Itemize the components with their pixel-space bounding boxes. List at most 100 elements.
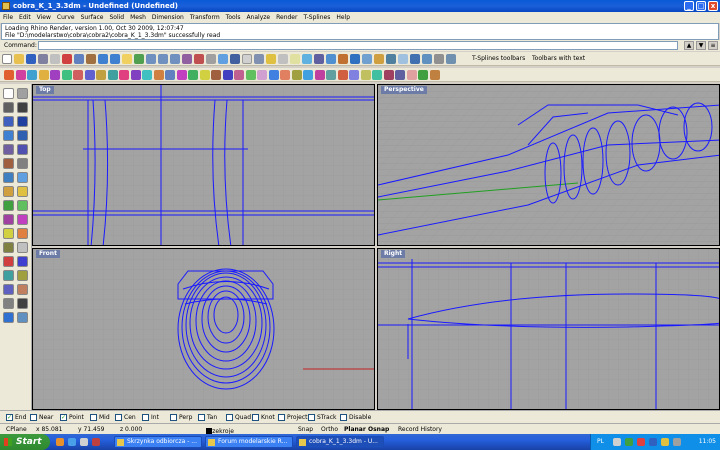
text-icon[interactable] [17, 298, 28, 309]
mesh-icon[interactable] [17, 214, 28, 225]
osnap-point[interactable]: ✓ Point [60, 413, 84, 422]
record-history-toggle[interactable]: Record History [398, 426, 442, 433]
checkbox-icon[interactable] [252, 414, 259, 421]
undo-view-icon[interactable] [194, 54, 204, 64]
move-icon[interactable] [3, 256, 14, 267]
tray-icon[interactable] [637, 438, 645, 446]
viewport-title-perspective[interactable]: Perspective [381, 86, 427, 94]
osnap-end[interactable]: ✓ End [6, 413, 26, 422]
rectangle-icon[interactable] [17, 130, 28, 141]
tsplines-tool-icon[interactable] [326, 70, 336, 80]
zoom-icon[interactable] [146, 54, 156, 64]
tsplines-tool-icon[interactable] [15, 70, 26, 80]
planar-toggle[interactable]: Planar [344, 426, 366, 433]
scroll-up-icon[interactable]: ▲ [684, 41, 694, 50]
osnap-quad[interactable]: Quad [226, 413, 251, 422]
menu-help[interactable]: Help [333, 12, 353, 21]
print-icon[interactable] [38, 54, 48, 64]
checkbox-icon[interactable] [170, 414, 177, 421]
tsplines-tool-icon[interactable] [84, 70, 95, 80]
taskbar-item-rhino[interactable]: cobra_K_1_3.3dm - U... [296, 436, 384, 448]
tsplines-tool-icon[interactable] [383, 70, 394, 80]
tool-icon[interactable] [374, 54, 384, 64]
osnap-int[interactable]: Int [142, 413, 159, 422]
tool-icon[interactable] [362, 54, 372, 64]
menu-curve[interactable]: Curve [54, 12, 78, 21]
copy-icon[interactable] [74, 54, 84, 64]
osnap-cen[interactable]: Cen [115, 413, 136, 422]
title-bar[interactable]: cobra_K_1_3.3dm - Undefined (Undefined) … [0, 0, 720, 12]
undo-icon[interactable] [98, 54, 108, 64]
osnap-disable[interactable]: Disable [340, 413, 371, 422]
tsplines-tool-icon[interactable] [222, 70, 233, 80]
circle-icon[interactable] [3, 116, 14, 127]
tsplines-tool-icon[interactable] [372, 70, 382, 80]
tool-icon[interactable] [350, 54, 360, 64]
tsplines-tool-icon[interactable] [176, 70, 187, 80]
tsplines-tool-icon[interactable] [199, 70, 210, 80]
menu-mesh[interactable]: Mesh [127, 12, 149, 21]
rotate-view-icon[interactable] [134, 54, 144, 64]
checkbox-icon[interactable] [90, 414, 97, 421]
shaded-icon[interactable] [254, 54, 264, 64]
tsplines-tool-icon[interactable] [291, 70, 302, 80]
render-icon[interactable] [17, 312, 28, 323]
language-indicator[interactable]: PL [597, 438, 604, 445]
desktop-icon[interactable] [80, 438, 88, 446]
checkbox-icon[interactable]: ✓ [6, 414, 13, 421]
checkbox-icon[interactable] [142, 414, 149, 421]
tsplines-tool-icon[interactable] [38, 70, 49, 80]
tool-icon[interactable] [338, 54, 348, 64]
tsplines-tool-icon[interactable] [418, 70, 428, 80]
boolean-icon[interactable] [3, 214, 14, 225]
tool-icon[interactable] [398, 54, 408, 64]
menu-analyze[interactable]: Analyze [243, 12, 273, 21]
rotate-icon[interactable] [3, 270, 14, 281]
open-icon[interactable] [14, 54, 24, 64]
array-icon[interactable] [17, 284, 28, 295]
tsplines-tool-icon[interactable] [429, 70, 440, 80]
tray-icon[interactable] [613, 438, 621, 446]
split-icon[interactable] [17, 242, 28, 253]
sweep-icon[interactable] [17, 200, 28, 211]
cut-icon[interactable] [62, 54, 72, 64]
tool-icon[interactable] [434, 54, 444, 64]
loft-icon[interactable] [3, 200, 14, 211]
tsplines-tool-icon[interactable] [314, 70, 325, 80]
tool-icon[interactable] [422, 54, 432, 64]
menu-file[interactable]: File [0, 12, 16, 21]
maximize-button[interactable]: □ [696, 1, 706, 11]
tsplines-tool-icon[interactable] [61, 70, 72, 80]
tsplines-tool-icon[interactable] [142, 70, 152, 80]
tsplines-tool-icon[interactable] [303, 70, 313, 80]
properties-icon[interactable] [50, 54, 60, 64]
trim-icon[interactable] [3, 242, 14, 253]
osnap-tan[interactable]: Tan [198, 413, 217, 422]
tray-icon[interactable] [625, 438, 633, 446]
tsplines-tool-icon[interactable] [96, 70, 106, 80]
redo-icon[interactable] [110, 54, 120, 64]
tsplines-tool-icon[interactable] [211, 70, 221, 80]
taskbar-item-forum[interactable]: Forum modelarskie R... [205, 436, 293, 448]
copy-icon[interactable] [17, 256, 28, 267]
viewport-top[interactable]: Top [32, 84, 375, 246]
tool-icon[interactable] [410, 54, 420, 64]
osnap-strack[interactable]: STrack [308, 413, 337, 422]
checkbox-icon[interactable] [226, 414, 233, 421]
checkbox-icon[interactable] [115, 414, 122, 421]
light-icon[interactable] [266, 54, 276, 64]
menu-solid[interactable]: Solid [106, 12, 127, 21]
taskbar-item-mail[interactable]: Skrzynka odbiorcza - ... [114, 436, 202, 448]
layer-icon[interactable] [278, 54, 288, 64]
command-input[interactable] [38, 41, 678, 50]
tool-icon[interactable] [386, 54, 396, 64]
viewport-front[interactable]: Front [32, 248, 375, 410]
options-icon[interactable] [314, 54, 324, 64]
tsplines-tool-icon[interactable] [73, 70, 83, 80]
polygon-icon[interactable] [3, 144, 14, 155]
wireframe-icon[interactable] [242, 54, 252, 64]
tsplines-tool-icon[interactable] [268, 70, 279, 80]
offset-icon[interactable] [17, 158, 28, 169]
box-icon[interactable] [3, 172, 14, 183]
scale-icon[interactable] [17, 270, 28, 281]
